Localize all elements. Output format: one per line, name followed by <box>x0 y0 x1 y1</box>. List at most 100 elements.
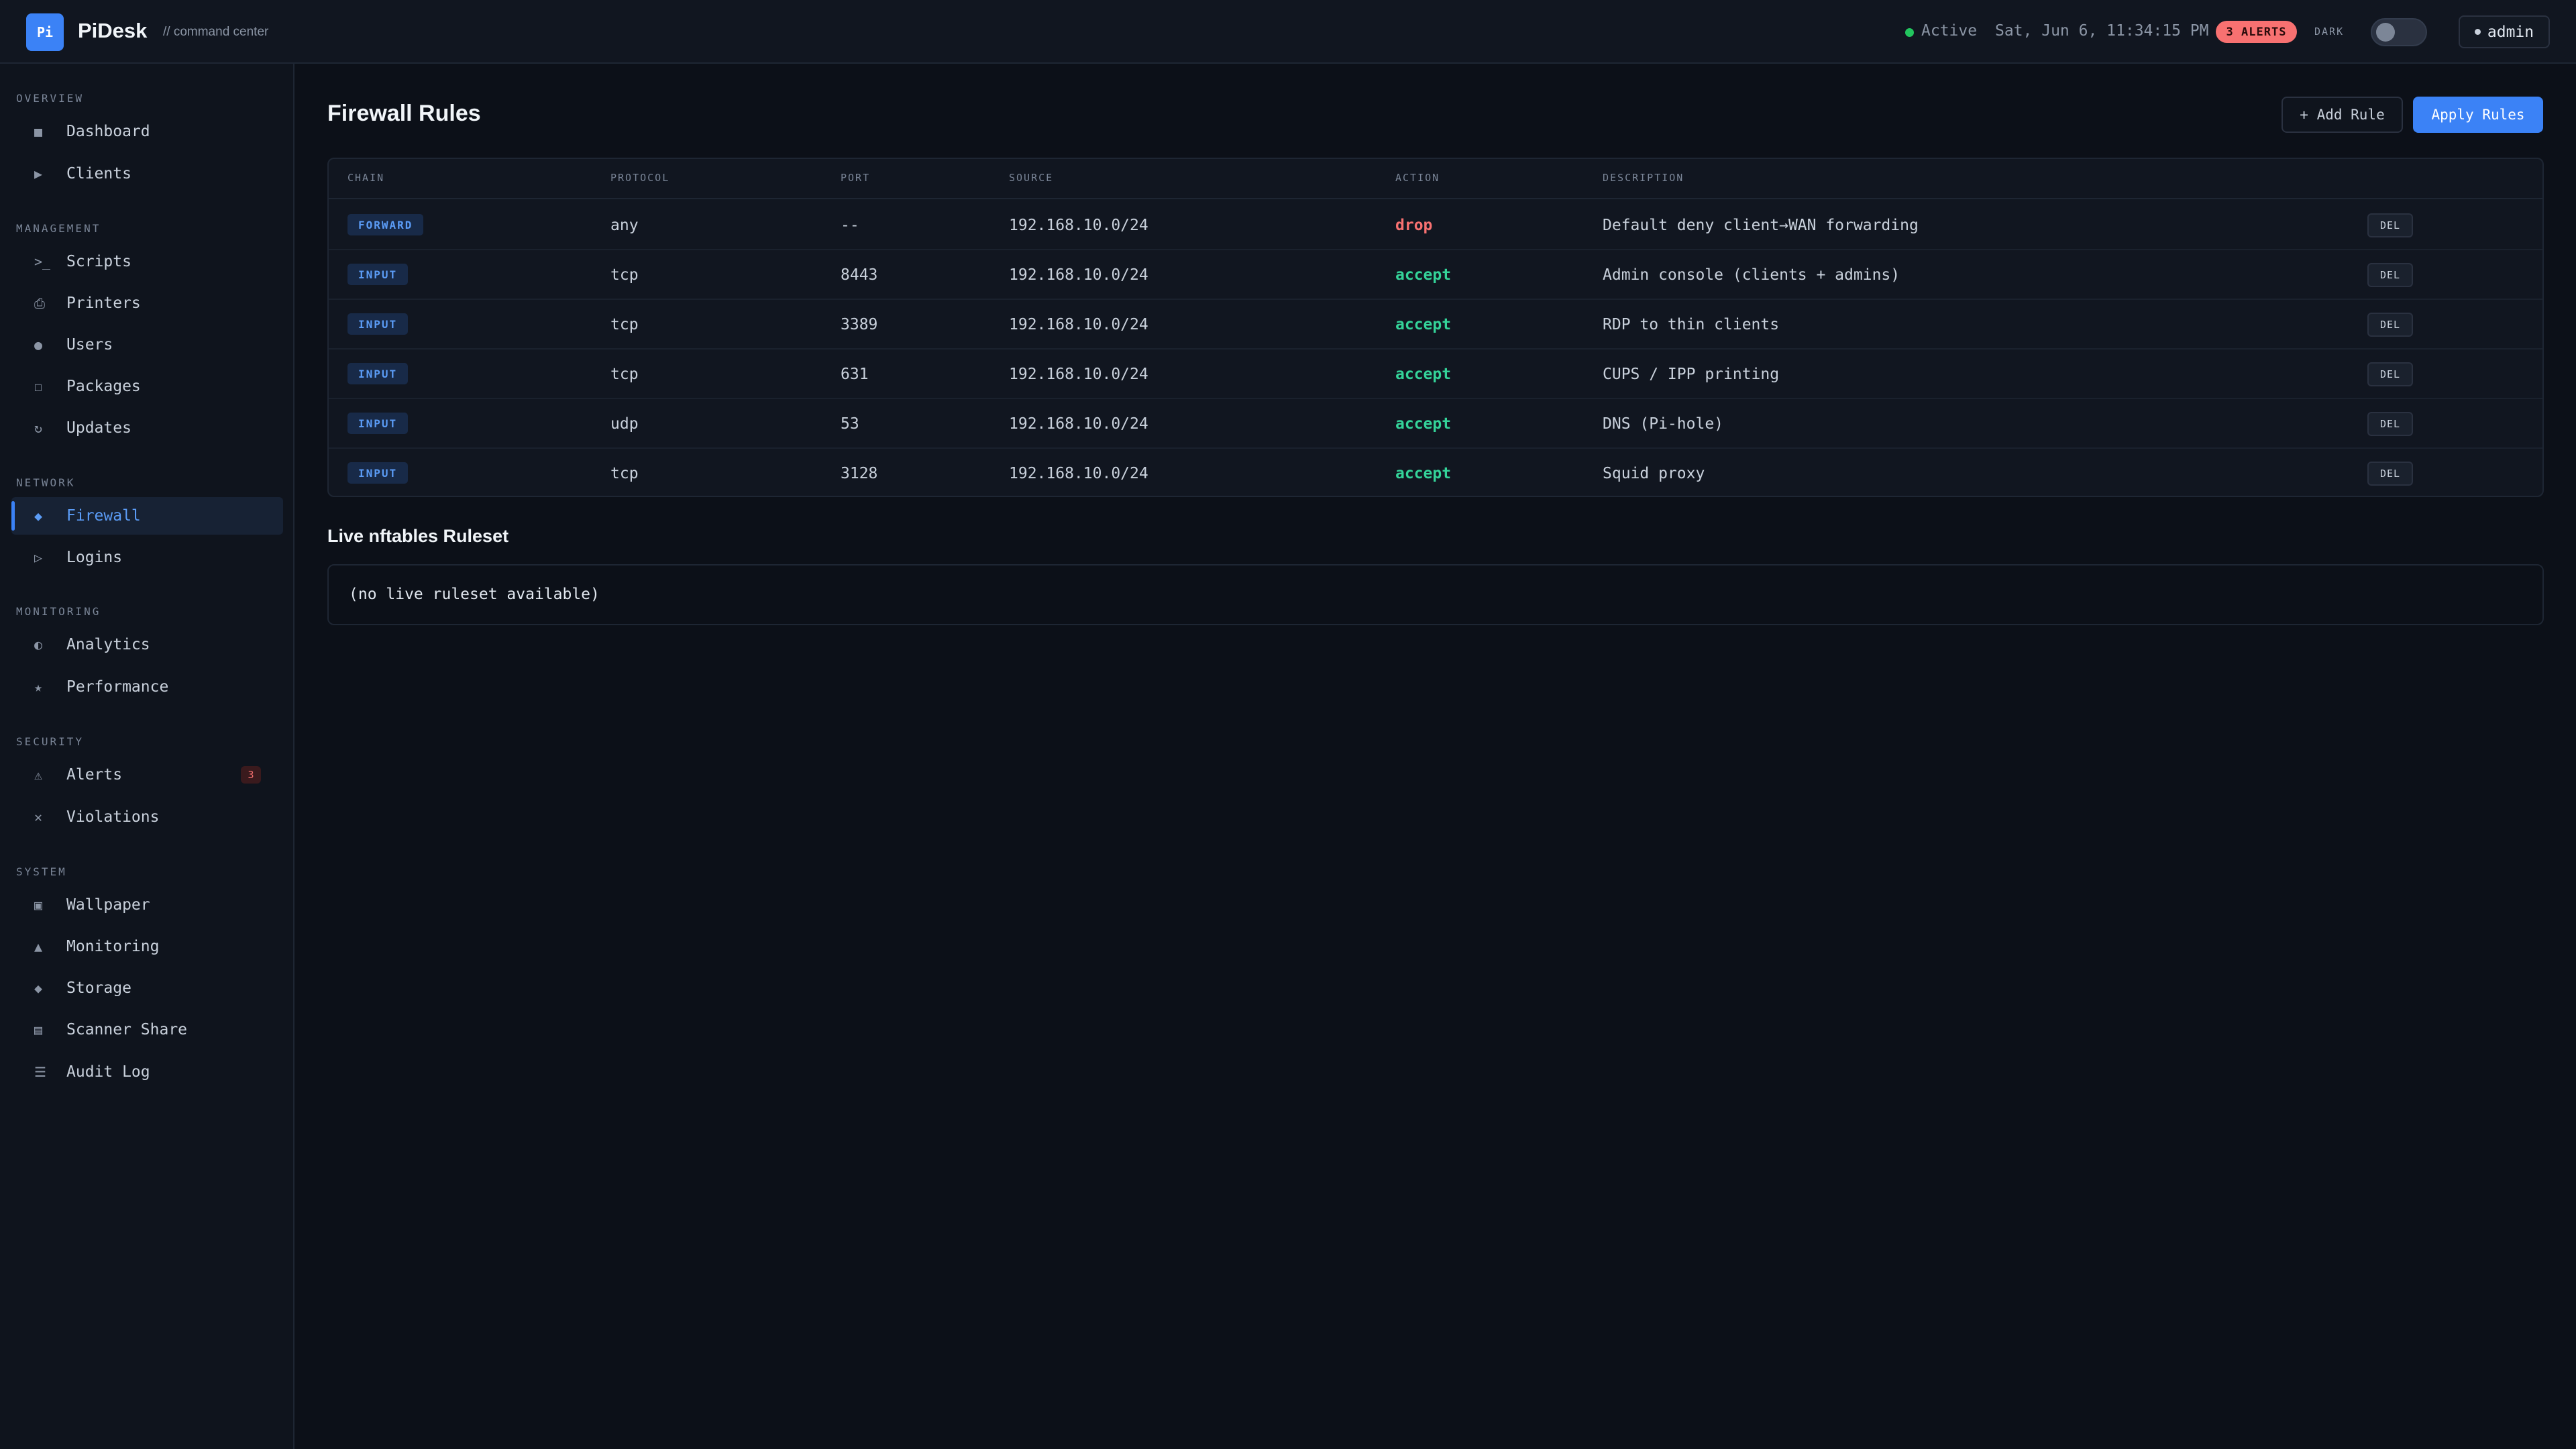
login-icon: ▷ <box>34 549 43 566</box>
chain-badge: FORWARD <box>347 214 424 235</box>
printer-icon: ⎙ <box>34 295 45 311</box>
column-header-port: PORT <box>841 172 871 184</box>
source-cell: 192.168.10.0/24 <box>1009 465 1148 482</box>
brand-subtitle: // command center <box>163 25 269 39</box>
sidebar-item-users[interactable]: ● Users <box>11 326 283 364</box>
user-dot-icon <box>2474 29 2481 35</box>
delete-rule-button[interactable]: DEL <box>2367 213 2413 237</box>
delete-rule-button[interactable]: DEL <box>2367 362 2413 386</box>
protocol-cell: tcp <box>610 366 639 383</box>
top-bar: Pi PiDesk // command center Active Sat, … <box>0 0 2576 64</box>
user-name: admin <box>2487 23 2534 41</box>
delete-rule-button[interactable]: DEL <box>2367 462 2413 486</box>
ruleset-text: (no live ruleset available) <box>349 586 600 603</box>
sidebar-item-analytics[interactable]: ◐ Analytics <box>11 626 283 663</box>
sidebar-item-label: Scanner Share <box>66 1021 188 1038</box>
user-menu-button[interactable]: admin <box>2459 15 2550 48</box>
firewall-rules-table: CHAIN PROTOCOL PORT SOURCE ACTION DESCRI… <box>327 158 2544 497</box>
action-cell: accept <box>1395 366 1452 383</box>
delete-rule-button[interactable]: DEL <box>2367 412 2413 436</box>
column-header-protocol: PROTOCOL <box>610 172 670 184</box>
ruleset-panel: (no live ruleset available) <box>327 564 2544 625</box>
apply-rules-button[interactable]: Apply Rules <box>2413 97 2543 133</box>
port-cell: 8443 <box>841 266 878 284</box>
protocol-cell: tcp <box>610 316 639 333</box>
sidebar-item-label: Performance <box>66 678 169 696</box>
table-row: INPUT tcp 3389 192.168.10.0/24 accept RD… <box>329 300 2542 350</box>
sidebar-item-label: Wallpaper <box>66 896 150 914</box>
action-cell: accept <box>1395 316 1452 333</box>
description-cell: Squid proxy <box>1603 465 1705 482</box>
sidebar-item-clients[interactable]: ▶ Clients <box>11 155 283 193</box>
sidebar-item-wallpaper[interactable]: ▣ Wallpaper <box>11 886 283 924</box>
storage-icon: ◆ <box>34 980 43 996</box>
toggle-knob <box>2376 23 2395 42</box>
sidebar-item-label: Logins <box>66 549 123 566</box>
sidebar-item-alerts[interactable]: ⚠ Alerts 3 <box>11 756 283 794</box>
sidebar-item-dashboard[interactable]: ■ Dashboard <box>11 113 283 150</box>
sidebar-item-packages[interactable]: ☐ Packages <box>11 368 283 405</box>
protocol-cell: tcp <box>610 465 639 482</box>
sidebar-item-violations[interactable]: ✕ Violations <box>11 798 283 836</box>
column-header-action: ACTION <box>1395 172 1440 184</box>
column-header-chain: CHAIN <box>347 172 385 184</box>
sidebar-item-storage[interactable]: ◆ Storage <box>11 969 283 1007</box>
theme-toggle[interactable] <box>2371 18 2427 46</box>
sidebar-item-firewall[interactable]: ◆ Firewall <box>11 497 283 535</box>
sidebar-item-performance[interactable]: ★ Performance <box>11 668 283 706</box>
sidebar-item-label: Violations <box>66 808 160 826</box>
sidebar-item-scripts[interactable]: >_ Scripts <box>11 243 283 280</box>
section-network: NETWORK <box>16 476 76 489</box>
source-cell: 192.168.10.0/24 <box>1009 316 1148 333</box>
source-cell: 192.168.10.0/24 <box>1009 366 1148 383</box>
action-cell: drop <box>1395 217 1433 234</box>
theme-label: DARK <box>2314 25 2345 38</box>
description-cell: Admin console (clients + admins) <box>1603 266 1900 284</box>
sidebar-item-label: Storage <box>66 979 131 997</box>
delete-rule-button[interactable]: DEL <box>2367 263 2413 287</box>
ruleset-title: Live nftables Ruleset <box>327 526 509 546</box>
port-cell: -- <box>841 217 859 234</box>
add-rule-button[interactable]: + Add Rule <box>2282 97 2403 133</box>
action-cell: accept <box>1395 465 1452 482</box>
table-row: INPUT tcp 631 192.168.10.0/24 accept CUP… <box>329 350 2542 399</box>
sidebar-item-printers[interactable]: ⎙ Printers <box>11 284 283 322</box>
status-text: Active <box>1921 22 1978 40</box>
sidebar-item-label: Printers <box>66 294 141 312</box>
scanner-icon: ▤ <box>34 1022 43 1038</box>
alerts-count-badge: 3 <box>241 766 261 784</box>
sidebar-item-label: Updates <box>66 419 131 437</box>
protocol-cell: tcp <box>610 266 639 284</box>
delete-rule-button[interactable]: DEL <box>2367 313 2413 337</box>
image-icon: ▣ <box>34 897 43 913</box>
sidebar-item-label: Analytics <box>66 636 150 653</box>
sidebar-item-label: Audit Log <box>66 1063 150 1081</box>
chain-badge: INPUT <box>347 462 409 484</box>
protocol-cell: udp <box>610 415 639 433</box>
sidebar-item-monitoring[interactable]: ▲ Monitoring <box>11 928 283 965</box>
close-icon: ✕ <box>34 809 43 825</box>
port-cell: 631 <box>841 366 869 383</box>
sidebar-item-label: Alerts <box>66 766 123 784</box>
column-header-description: DESCRIPTION <box>1603 172 1684 184</box>
source-cell: 192.168.10.0/24 <box>1009 415 1148 433</box>
sidebar-item-logins[interactable]: ▷ Logins <box>11 539 283 576</box>
star-icon: ★ <box>34 679 43 695</box>
section-management: MANAGEMENT <box>16 222 101 235</box>
clients-icon: ▶ <box>34 166 43 182</box>
source-cell: 192.168.10.0/24 <box>1009 217 1148 234</box>
sidebar-item-audit-log[interactable]: ☰ Audit Log <box>11 1053 283 1091</box>
status-dot-icon <box>1905 28 1914 37</box>
sidebar-item-label: Clients <box>66 165 131 182</box>
chain-badge: INPUT <box>347 363 409 384</box>
sidebar-item-label: Monitoring <box>66 938 160 955</box>
port-cell: 3128 <box>841 465 878 482</box>
section-system: SYSTEM <box>16 865 67 878</box>
action-cell: accept <box>1395 266 1452 284</box>
package-icon: ☐ <box>34 378 43 394</box>
source-cell: 192.168.10.0/24 <box>1009 266 1148 284</box>
sidebar-item-scanner-share[interactable]: ▤ Scanner Share <box>11 1011 283 1049</box>
sidebar-item-updates[interactable]: ↻ Updates <box>11 409 283 447</box>
alerts-badge[interactable]: 3 ALERTS <box>2216 21 2297 43</box>
refresh-icon: ↻ <box>34 420 43 436</box>
